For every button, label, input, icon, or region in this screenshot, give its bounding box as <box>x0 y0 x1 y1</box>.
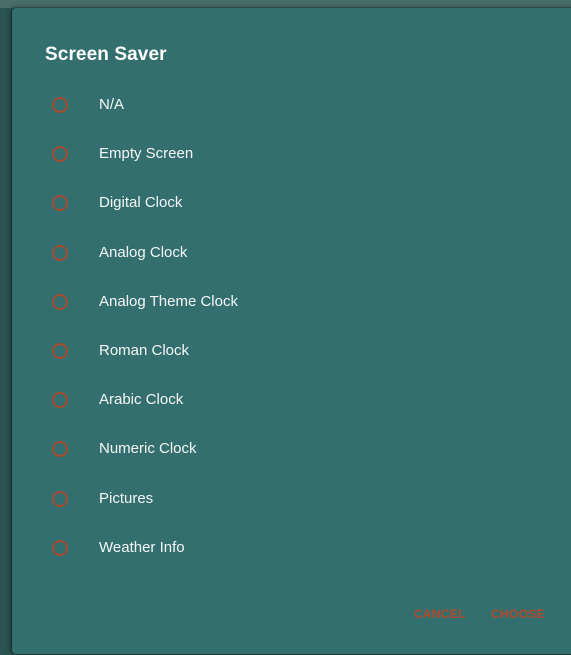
option-na[interactable]: N/A <box>12 82 571 131</box>
option-label: Pictures <box>99 489 154 507</box>
option-label: Digital Clock <box>99 194 183 212</box>
option-arabic-clock[interactable]: Arabic Clock <box>12 377 571 426</box>
option-pictures[interactable]: Pictures <box>12 476 571 525</box>
option-label: Numeric Clock <box>99 440 197 458</box>
radio-button[interactable] <box>52 392 68 409</box>
option-label: Arabic Clock <box>99 391 184 409</box>
option-weather-info[interactable]: Weather Info <box>12 525 571 574</box>
radio-button[interactable] <box>52 244 68 261</box>
radio-button[interactable] <box>52 539 68 556</box>
screen-saver-options: N/A Empty Screen Digital Clock Analog Cl… <box>12 82 571 574</box>
screen-saver-dialog: Screen Saver N/A Empty Screen Digital Cl… <box>12 8 571 654</box>
radio-button[interactable] <box>52 97 68 113</box>
option-label: N/A <box>99 96 125 113</box>
radio-button[interactable] <box>52 293 68 310</box>
backdrop-app-bar <box>0 0 571 8</box>
radio-button[interactable] <box>52 195 68 212</box>
cancel-button[interactable]: CANCEL <box>414 607 466 621</box>
option-analog-clock[interactable]: Analog Clock <box>12 230 571 279</box>
option-numeric-clock[interactable]: Numeric Clock <box>12 426 571 475</box>
option-digital-clock[interactable]: Digital Clock <box>12 180 571 229</box>
option-analog-theme-clock[interactable]: Analog Theme Clock <box>12 279 571 328</box>
radio-button[interactable] <box>52 146 68 163</box>
option-label: Weather Info <box>99 538 185 556</box>
option-label: Analog Clock <box>99 243 188 261</box>
dialog-actions: CANCEL CHOOSE <box>12 605 571 629</box>
option-label: Analog Theme Clock <box>99 292 238 310</box>
option-empty-screen[interactable]: Empty Screen <box>12 131 571 180</box>
option-label: Empty Screen <box>99 145 194 163</box>
radio-button[interactable] <box>52 490 68 507</box>
option-label: Roman Clock <box>99 341 190 359</box>
radio-button[interactable] <box>52 342 68 359</box>
dialog-title: Screen Saver <box>45 44 167 65</box>
radio-button[interactable] <box>52 441 68 458</box>
option-roman-clock[interactable]: Roman Clock <box>12 328 571 377</box>
choose-button[interactable]: CHOOSE <box>491 607 545 621</box>
